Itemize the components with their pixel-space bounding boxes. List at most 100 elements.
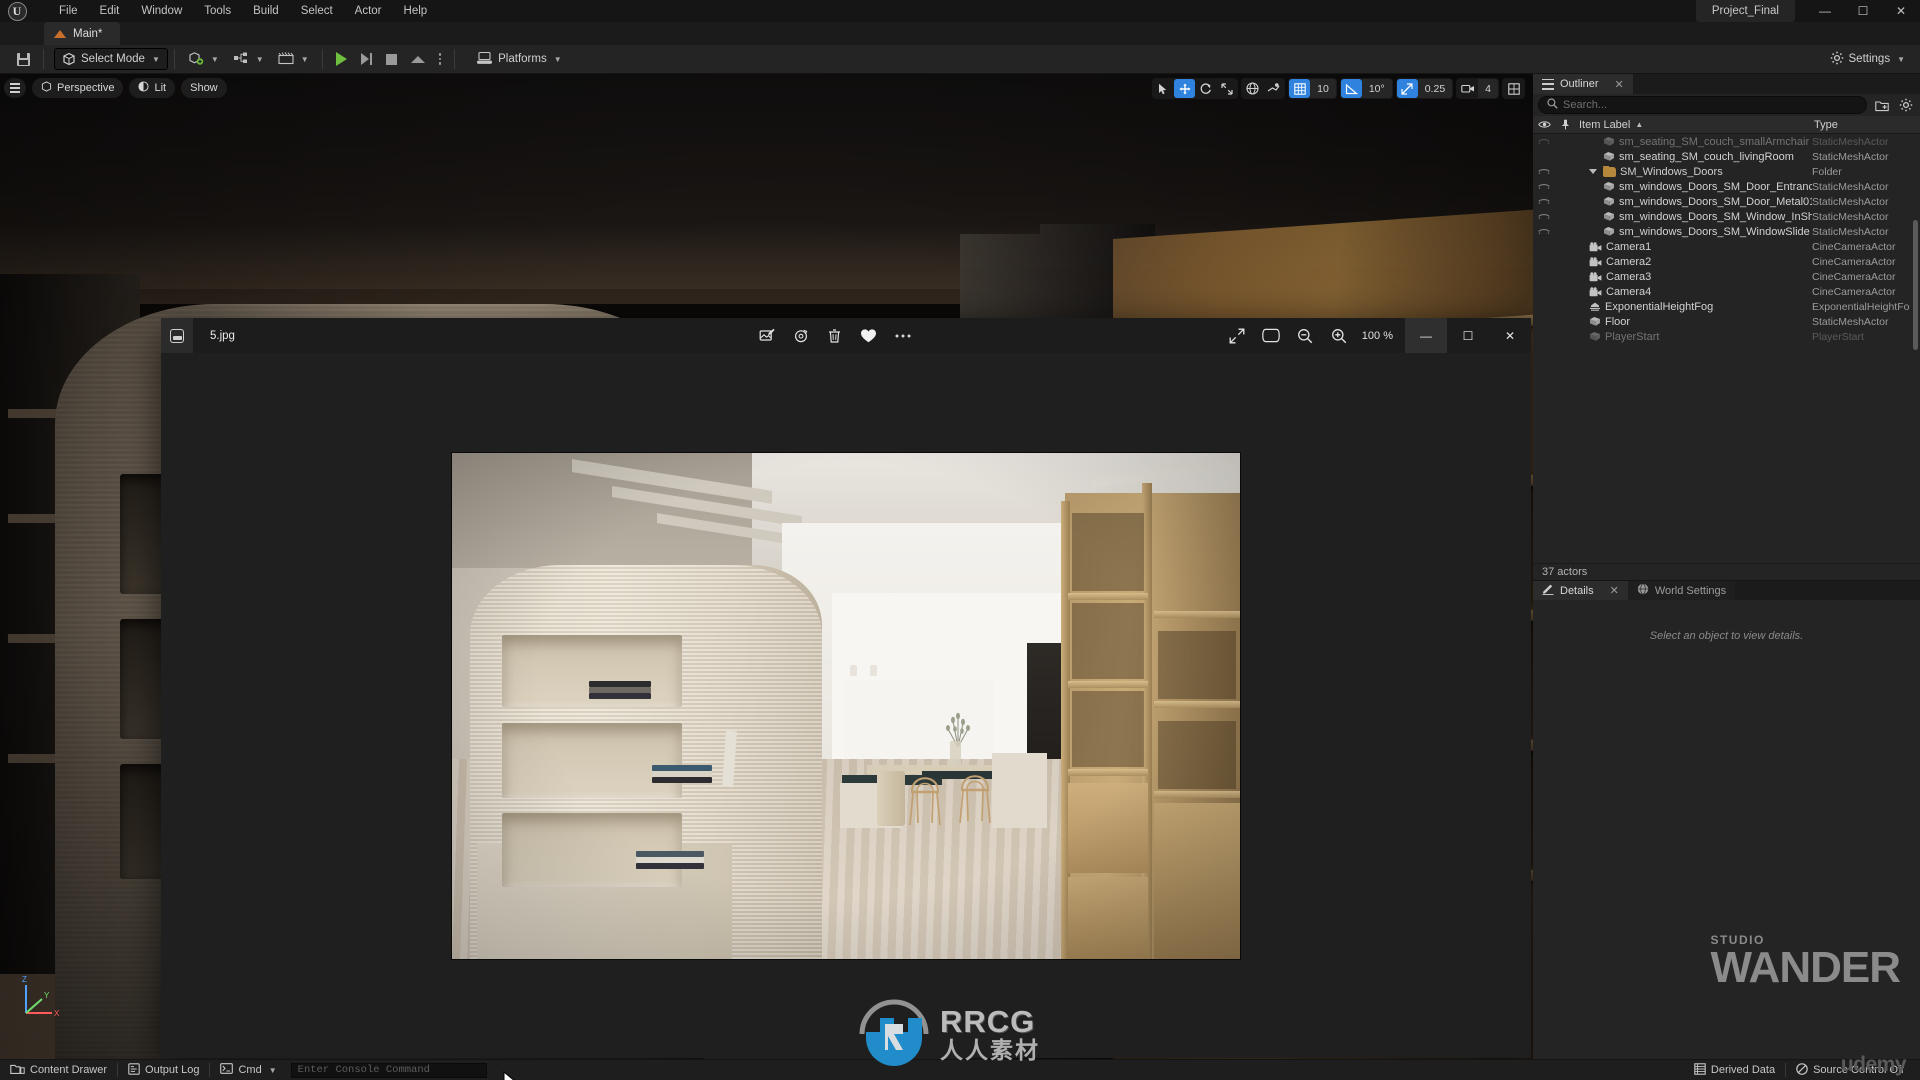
outliner-search-input[interactable]: Search...	[1538, 96, 1867, 114]
grid-snap-icon[interactable]	[1289, 79, 1311, 98]
add-actor-button[interactable]: ▼	[181, 48, 226, 70]
scale-snap-icon[interactable]	[1396, 79, 1418, 98]
viewport-menu-button[interactable]	[4, 78, 26, 98]
cinematics-button[interactable]: ▼	[271, 48, 316, 70]
output-log-button[interactable]: Output Log	[118, 1060, 209, 1080]
play-options-button[interactable]	[432, 48, 449, 70]
select-mode-dropdown[interactable]: Select Mode ▼	[54, 48, 168, 70]
close-outliner-icon[interactable]: ✕	[1615, 78, 1624, 91]
scale-tool-button[interactable]	[1216, 79, 1237, 98]
close-details-icon[interactable]: ✕	[1610, 584, 1619, 597]
zoom-in-icon[interactable]	[1322, 318, 1356, 353]
photo-maximize-button[interactable]: ☐	[1447, 318, 1489, 353]
outliner-row[interactable]: Camera4 CineCameraActor	[1533, 284, 1920, 299]
add-folder-icon[interactable]	[1872, 96, 1891, 115]
close-button[interactable]: ✕	[1882, 0, 1920, 22]
play-button[interactable]	[329, 48, 354, 70]
menu-help[interactable]: Help	[393, 2, 439, 20]
tab-outliner[interactable]: Outliner ✕	[1533, 74, 1633, 94]
favorite-icon[interactable]	[852, 318, 886, 353]
scale-snap-value[interactable]: 0.25	[1417, 79, 1453, 98]
menu-actor[interactable]: Actor	[344, 2, 393, 20]
camera-speed-value[interactable]: 4	[1478, 79, 1498, 98]
menu-window[interactable]: Window	[130, 2, 193, 20]
console-command-input[interactable]: Enter Console Command	[290, 1062, 487, 1078]
outliner-row[interactable]: sm_windows_Doors_SM_Door_Metal01 StaticMe…	[1533, 194, 1920, 209]
save-button[interactable]	[10, 48, 37, 70]
outliner-row[interactable]: ExponentialHeightFog ExponentialHeightFo	[1533, 299, 1920, 314]
settings-button[interactable]: Settings ▼	[1823, 48, 1912, 70]
item-label-column[interactable]: Item Label ▲	[1575, 119, 1812, 131]
maximize-button[interactable]: ☐	[1844, 0, 1882, 22]
menu-tools[interactable]: Tools	[193, 2, 242, 20]
stop-button[interactable]	[379, 48, 404, 70]
skip-button[interactable]	[354, 48, 379, 70]
menu-select[interactable]: Select	[290, 2, 344, 20]
edit-image-icon[interactable]	[750, 318, 784, 353]
outliner-row-type: PlayerStart	[1812, 330, 1864, 343]
visibility-toggle-icon[interactable]	[1533, 213, 1555, 220]
camera-speed-icon[interactable]	[1457, 79, 1478, 98]
outliner-row[interactable]: Floor StaticMeshActor	[1533, 314, 1920, 329]
visibility-toggle-icon[interactable]	[1533, 183, 1555, 190]
content-drawer-button[interactable]: Content Drawer	[0, 1060, 117, 1080]
visibility-column-icon[interactable]	[1533, 120, 1555, 129]
derived-data-button[interactable]: Derived Data	[1684, 1060, 1785, 1080]
surface-snap-icon[interactable]	[1263, 79, 1284, 98]
visibility-toggle-icon[interactable]	[1533, 168, 1555, 175]
photo-close-button[interactable]: ✕	[1489, 318, 1531, 353]
rotate-tool-button[interactable]	[1195, 79, 1216, 98]
fullscreen-icon[interactable]	[1220, 318, 1254, 353]
blueprint-button[interactable]: ▼	[226, 48, 271, 70]
select-tool-button[interactable]	[1153, 79, 1174, 98]
level-viewport[interactable]: Perspective Lit Show 10 10° 0.25 4 Z X Y…	[0, 74, 1533, 1059]
outliner-row[interactable]: sm_windows_Doors_SM_WindowSlide StaticMes…	[1533, 224, 1920, 239]
outliner-row[interactable]: Camera3 CineCameraActor	[1533, 269, 1920, 284]
level-tab-main[interactable]: Main*	[44, 22, 121, 45]
menu-edit[interactable]: Edit	[89, 2, 131, 20]
menu-file[interactable]: File	[48, 2, 89, 20]
more-options-icon[interactable]	[886, 318, 920, 353]
outliner-row[interactable]: PlayerStart PlayerStart	[1533, 329, 1920, 344]
angle-snap-icon[interactable]	[1340, 79, 1362, 98]
photo-viewer-window[interactable]: 5.jpg 100 % — ☐ ✕	[161, 318, 1531, 1058]
angle-snap-value[interactable]: 10°	[1361, 79, 1392, 98]
visibility-toggle-icon[interactable]	[1533, 198, 1555, 205]
viewport-lighting-button[interactable]: Lit	[129, 78, 176, 98]
viewport-layout-icon[interactable]	[1503, 79, 1524, 98]
minimize-button[interactable]: —	[1806, 0, 1844, 22]
expander-triangle-icon[interactable]	[1589, 169, 1597, 174]
photo-viewer-canvas[interactable]	[161, 353, 1531, 1058]
outliner-row[interactable]: SM_Windows_Doors Folder	[1533, 164, 1920, 179]
visibility-toggle-icon[interactable]	[1533, 228, 1555, 235]
outliner-settings-icon[interactable]	[1896, 96, 1915, 115]
tab-world-settings[interactable]: World Settings	[1627, 581, 1736, 600]
eject-button[interactable]	[404, 48, 432, 70]
rotate-icon[interactable]	[784, 318, 818, 353]
photo-minimize-button[interactable]: —	[1405, 318, 1447, 353]
outliner-row[interactable]: sm_seating_SM_couch_livingRoom StaticMesh…	[1533, 149, 1920, 164]
outliner-row[interactable]: Camera2 CineCameraActor	[1533, 254, 1920, 269]
platforms-button[interactable]: Platforms ▼	[469, 48, 569, 70]
zoom-out-icon[interactable]	[1288, 318, 1322, 353]
delete-icon[interactable]	[818, 318, 852, 353]
outliner-row[interactable]: sm_windows_Doors_SM_Window_InShelveStati…	[1533, 209, 1920, 224]
fit-to-window-icon[interactable]	[1254, 318, 1288, 353]
outliner-list[interactable]: sm_seating_SM_couch_smallArmchair StaticM…	[1533, 134, 1920, 563]
outliner-row[interactable]: sm_seating_SM_couch_smallArmchair StaticM…	[1533, 134, 1920, 149]
type-column[interactable]: Type	[1812, 119, 1920, 131]
outliner-scrollbar[interactable]	[1913, 220, 1918, 350]
menu-build[interactable]: Build	[242, 2, 290, 20]
cmd-dropdown[interactable]: Cmd ▼	[210, 1060, 286, 1080]
outliner-row[interactable]: sm_windows_Doors_SM_Door_Entrance StaticM…	[1533, 179, 1920, 194]
world-coordinate-icon[interactable]	[1242, 79, 1263, 98]
pin-column-icon[interactable]	[1555, 119, 1575, 130]
tab-details[interactable]: Details ✕	[1533, 581, 1628, 600]
unreal-logo[interactable]: U	[0, 0, 34, 22]
grid-snap-value[interactable]: 10	[1310, 79, 1336, 98]
viewport-perspective-button[interactable]: Perspective	[32, 78, 124, 98]
visibility-toggle-icon[interactable]	[1533, 138, 1555, 145]
viewport-show-button[interactable]: Show	[181, 78, 227, 98]
outliner-row[interactable]: Camera1 CineCameraActor	[1533, 239, 1920, 254]
move-tool-button[interactable]	[1174, 79, 1196, 98]
